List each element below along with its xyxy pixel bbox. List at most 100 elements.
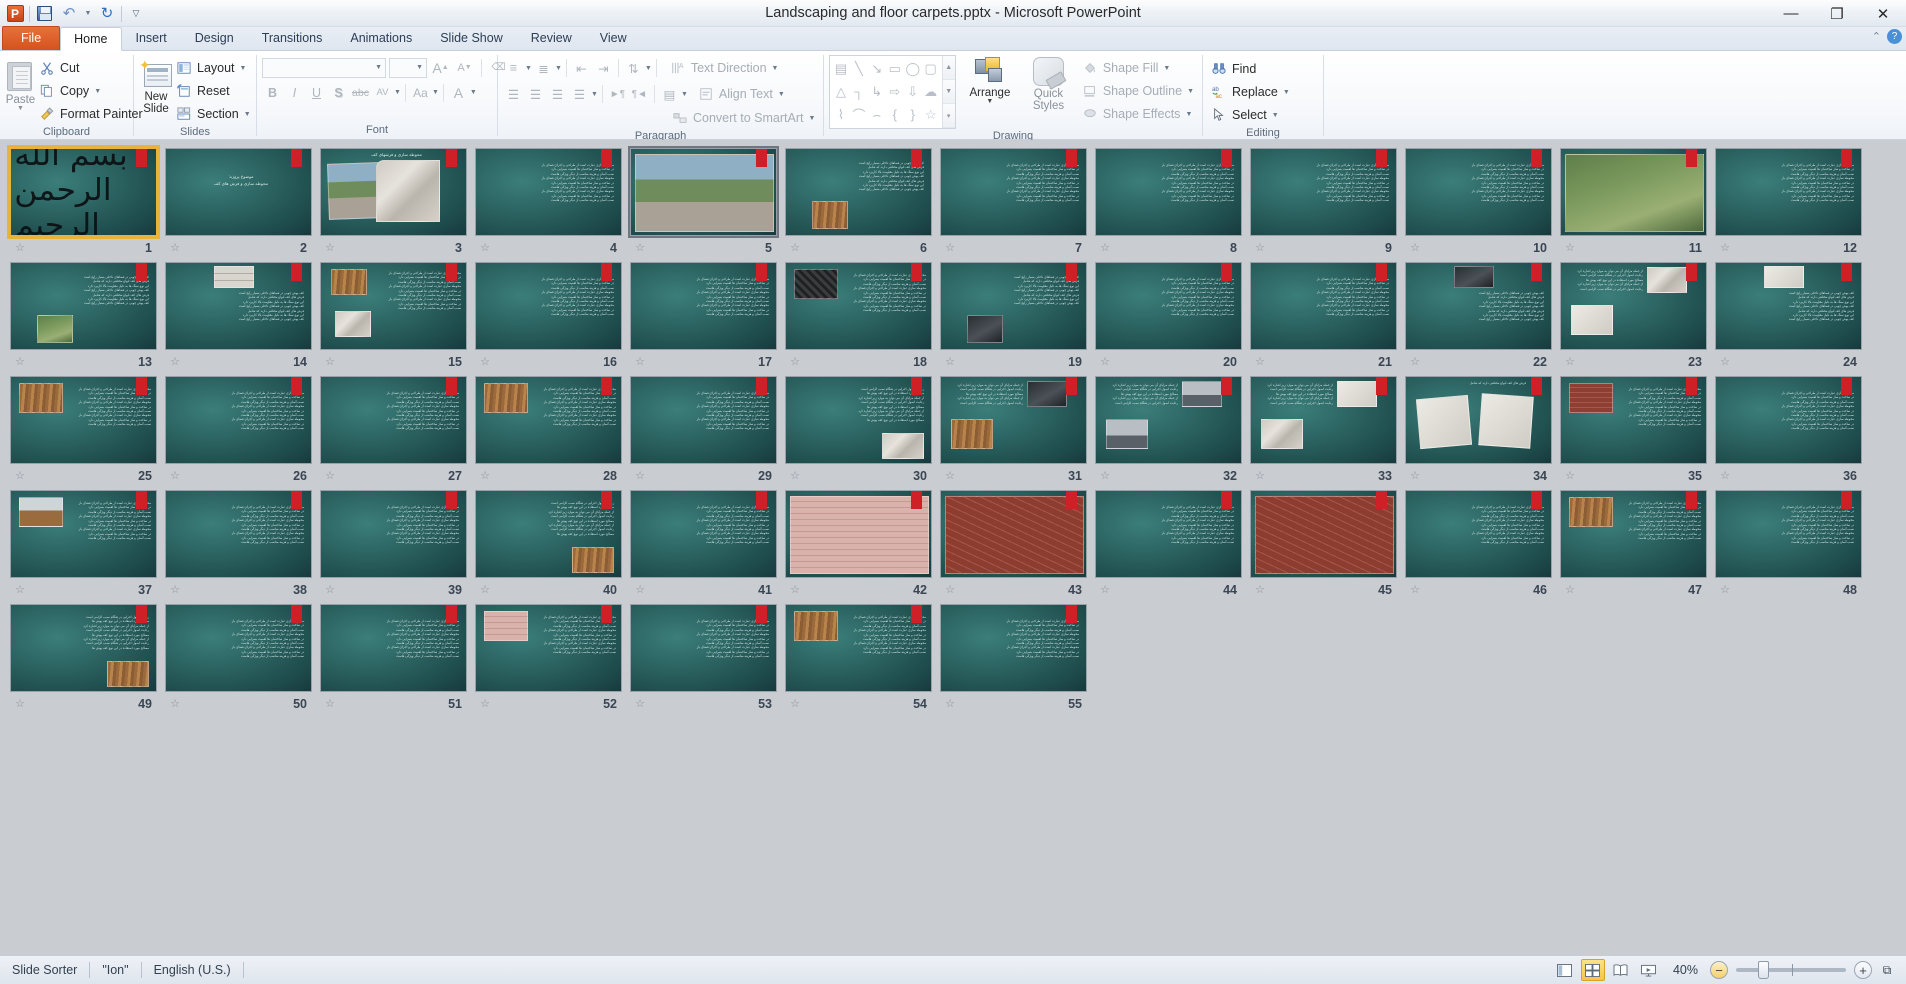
normal-view-button[interactable] [1553, 959, 1577, 981]
slide-thumbnail-image[interactable]: موضوع پروژه: محوطه سازی و فرش های کف [165, 148, 312, 236]
slide-thumbnail-image[interactable]: محوطه سازی عبارت است از طراحی و اجرای فض… [320, 604, 467, 692]
shapes-scroll-down-icon[interactable]: ▼ [942, 80, 955, 104]
replace-dropdown-icon[interactable]: ▼ [1283, 89, 1290, 96]
slide-thumbnail-image[interactable]: از جمله مزایای آن می توان به موارد زیر ا… [940, 376, 1087, 464]
slide-thumbnail-image[interactable]: محوطه سازی عبارت است از طراحی و اجرای فض… [1095, 490, 1242, 578]
slide-thumbnail-42[interactable]: ☆ 42 [785, 490, 940, 601]
shape-down-arrow-icon[interactable]: ⇩ [904, 81, 922, 104]
slide-thumbnail-49[interactable]: رعایت اصول اجرایی در هنگام نصب الزامی اس… [10, 604, 165, 715]
shape-triangle-icon[interactable]: △ [832, 81, 850, 104]
select-dropdown-icon[interactable]: ▼ [1272, 112, 1279, 119]
transition-star-icon[interactable]: ☆ [323, 469, 337, 483]
shape-arrow-icon[interactable]: ↘ [868, 58, 886, 81]
slide-thumbnail-image[interactable]: محوطه سازی عبارت است از طراحی و اجرای فض… [475, 262, 622, 350]
text-shadow-button[interactable]: S [328, 82, 349, 103]
numbering-button[interactable]: ≣ [533, 58, 554, 79]
section-dropdown-icon[interactable]: ▼ [244, 111, 251, 118]
slide-thumbnail-image[interactable]: محوطه سازی عبارت است از طراحی و اجرای فض… [630, 262, 777, 350]
slide-thumbnail-46[interactable]: محوطه سازی عبارت است از طراحی و اجرای فض… [1405, 490, 1560, 601]
shape-freeform-icon[interactable]: ⌇ [832, 103, 850, 126]
transition-star-icon[interactable]: ☆ [633, 355, 647, 369]
shape-curve-icon[interactable]: ⌒ [850, 103, 868, 126]
slide-thumbnail-50[interactable]: محوطه سازی عبارت است از طراحی و اجرای فض… [165, 604, 320, 715]
transition-star-icon[interactable]: ☆ [633, 583, 647, 597]
status-theme-name[interactable]: "Ion" [90, 960, 140, 981]
slide-thumbnail-image[interactable]: محوطه سازی عبارت است از طراحی و اجرای فض… [1250, 148, 1397, 236]
strikethrough-button[interactable]: abc [350, 82, 371, 103]
tab-animations[interactable]: Animations [336, 26, 426, 50]
line-spacing-dropdown-icon[interactable]: ▼ [645, 65, 652, 72]
shape-textbox-icon[interactable]: ▤ [832, 58, 850, 81]
transition-star-icon[interactable]: ☆ [943, 469, 957, 483]
tab-design[interactable]: Design [181, 26, 248, 50]
transition-star-icon[interactable]: ☆ [478, 241, 492, 255]
slide-thumbnail-image[interactable]: محوطه سازی عبارت است از طراحی و اجرای فض… [165, 376, 312, 464]
slide-thumbnail-image[interactable]: محوطه سازی عبارت است از طراحی و اجرای فض… [475, 376, 622, 464]
bullets-dropdown-icon[interactable]: ▼ [525, 65, 532, 72]
slide-thumbnail-51[interactable]: محوطه سازی عبارت است از طراحی و اجرای فض… [320, 604, 475, 715]
slide-thumbnail-image[interactable]: محوطه سازی عبارت است از طراحی و اجرای فض… [1715, 376, 1862, 464]
align-text-button[interactable]: Align Text ▼ [695, 83, 788, 105]
shape-effects-button[interactable]: Shape Effects ▼ [1079, 103, 1197, 125]
shape-right-arrow-icon[interactable]: ⇨ [886, 81, 904, 104]
slide-sorter-pane[interactable]: بسم الله الرحمن الرحیم ☆ 1 موضوع پروژه: محوط… [0, 140, 1906, 955]
slide-thumbnail-25[interactable]: محوطه سازی عبارت است از طراحی و اجرای فض… [10, 376, 165, 487]
columns-button[interactable]: ▤ [659, 84, 680, 105]
slide-thumbnail-26[interactable]: محوطه سازی عبارت است از طراحی و اجرای فض… [165, 376, 320, 487]
transition-star-icon[interactable]: ☆ [478, 697, 492, 711]
convert-to-smartart-button[interactable]: Convert to SmartArt ▼ [669, 107, 818, 129]
layout-dropdown-icon[interactable]: ▼ [240, 65, 247, 72]
text-direction-dropdown-icon[interactable]: ▼ [772, 65, 779, 72]
slide-thumbnail-image[interactable]: محوطه سازی عبارت است از طراحی و اجرای فض… [630, 490, 777, 578]
status-view-name[interactable]: Slide Sorter [0, 960, 89, 981]
fit-slide-to-window-button[interactable]: ⧉ [1876, 960, 1898, 980]
slide-thumbnail-image[interactable]: محوطه سازی و فرشهای کف [320, 148, 467, 236]
transition-star-icon[interactable]: ☆ [13, 241, 27, 255]
quick-styles-button[interactable]: Quick Styles [1024, 55, 1073, 112]
transition-star-icon[interactable]: ☆ [13, 583, 27, 597]
slide-thumbnail-1[interactable]: بسم الله الرحمن الرحیم ☆ 1 [7, 145, 165, 259]
slide-thumbnail-17[interactable]: محوطه سازی عبارت است از طراحی و اجرای فض… [630, 262, 785, 373]
slide-thumbnail-27[interactable]: محوطه سازی عبارت است از طراحی و اجرای فض… [320, 376, 475, 487]
decrease-indent-button[interactable]: ⇤ [571, 58, 592, 79]
transition-star-icon[interactable]: ☆ [1408, 355, 1422, 369]
slide-thumbnail-37[interactable]: محوطه سازی عبارت است از طراحی و اجرای فض… [10, 490, 165, 601]
grow-font-button[interactable]: A ▲ [430, 57, 451, 78]
slide-thumbnail-23[interactable]: از جمله مزایای آن می توان به موارد زیر ا… [1560, 262, 1715, 373]
shape-outline-button[interactable]: Shape Outline ▼ [1079, 80, 1197, 102]
slide-thumbnail-image[interactable]: محوطه سازی عبارت است از طراحی و اجرای فض… [630, 376, 777, 464]
zoom-slider[interactable] [1736, 961, 1846, 979]
change-case-dropdown-icon[interactable]: ▼ [432, 89, 439, 96]
transition-star-icon[interactable]: ☆ [1408, 241, 1422, 255]
tab-review[interactable]: Review [517, 26, 586, 50]
slide-thumbnail-image[interactable] [628, 146, 779, 238]
slide-thumbnail-39[interactable]: محوطه سازی عبارت است از طراحی و اجرای فض… [320, 490, 475, 601]
slide-thumbnail-image[interactable]: محوطه سازی عبارت است از طراحی و اجرای فض… [10, 376, 157, 464]
ltr-text-button[interactable]: ►¶ [607, 84, 628, 105]
slide-thumbnail-image[interactable]: محوطه سازی عبارت است از طراحی و اجرای فض… [1405, 490, 1552, 578]
slide-thumbnail-image[interactable]: کف پوش چوبی در فضاهای داخلی بسیار رایج ا… [940, 262, 1087, 350]
align-right-button[interactable]: ☰ [547, 84, 568, 105]
reading-view-button[interactable] [1609, 959, 1633, 981]
select-button[interactable]: Select ▼ [1208, 104, 1293, 126]
transition-star-icon[interactable]: ☆ [323, 241, 337, 255]
slide-thumbnail-31[interactable]: از جمله مزایای آن می توان به موارد زیر ا… [940, 376, 1095, 487]
shape-arc-icon[interactable]: ⌢ [868, 103, 886, 126]
underline-button[interactable]: U [306, 82, 327, 103]
transition-star-icon[interactable]: ☆ [1253, 583, 1267, 597]
slide-thumbnail-image[interactable]: محوطه سازی عبارت است از طراحی و اجرای فض… [1560, 376, 1707, 464]
transition-star-icon[interactable]: ☆ [1253, 469, 1267, 483]
close-button[interactable]: ✕ [1860, 0, 1906, 27]
slide-thumbnail-15[interactable]: محوطه سازی عبارت است از طراحی و اجرای فض… [320, 262, 475, 373]
slide-thumbnail-28[interactable]: محوطه سازی عبارت است از طراحی و اجرای فض… [475, 376, 630, 487]
change-case-button[interactable]: Aa [410, 82, 431, 103]
transition-star-icon[interactable]: ☆ [1408, 469, 1422, 483]
slide-thumbnail-image[interactable] [1250, 490, 1397, 578]
transition-star-icon[interactable]: ☆ [1718, 583, 1732, 597]
transition-star-icon[interactable]: ☆ [788, 469, 802, 483]
format-painter-button[interactable]: Format Painter [36, 103, 146, 125]
slide-thumbnail-33[interactable]: از جمله مزایای آن می توان به موارد زیر ا… [1250, 376, 1405, 487]
transition-star-icon[interactable]: ☆ [168, 241, 182, 255]
slide-thumbnail-18[interactable]: محوطه سازی عبارت است از طراحی و اجرای فض… [785, 262, 940, 373]
slide-thumbnail-22[interactable]: کف پوش چوبی در فضاهای داخلی بسیار رایج ا… [1405, 262, 1560, 373]
